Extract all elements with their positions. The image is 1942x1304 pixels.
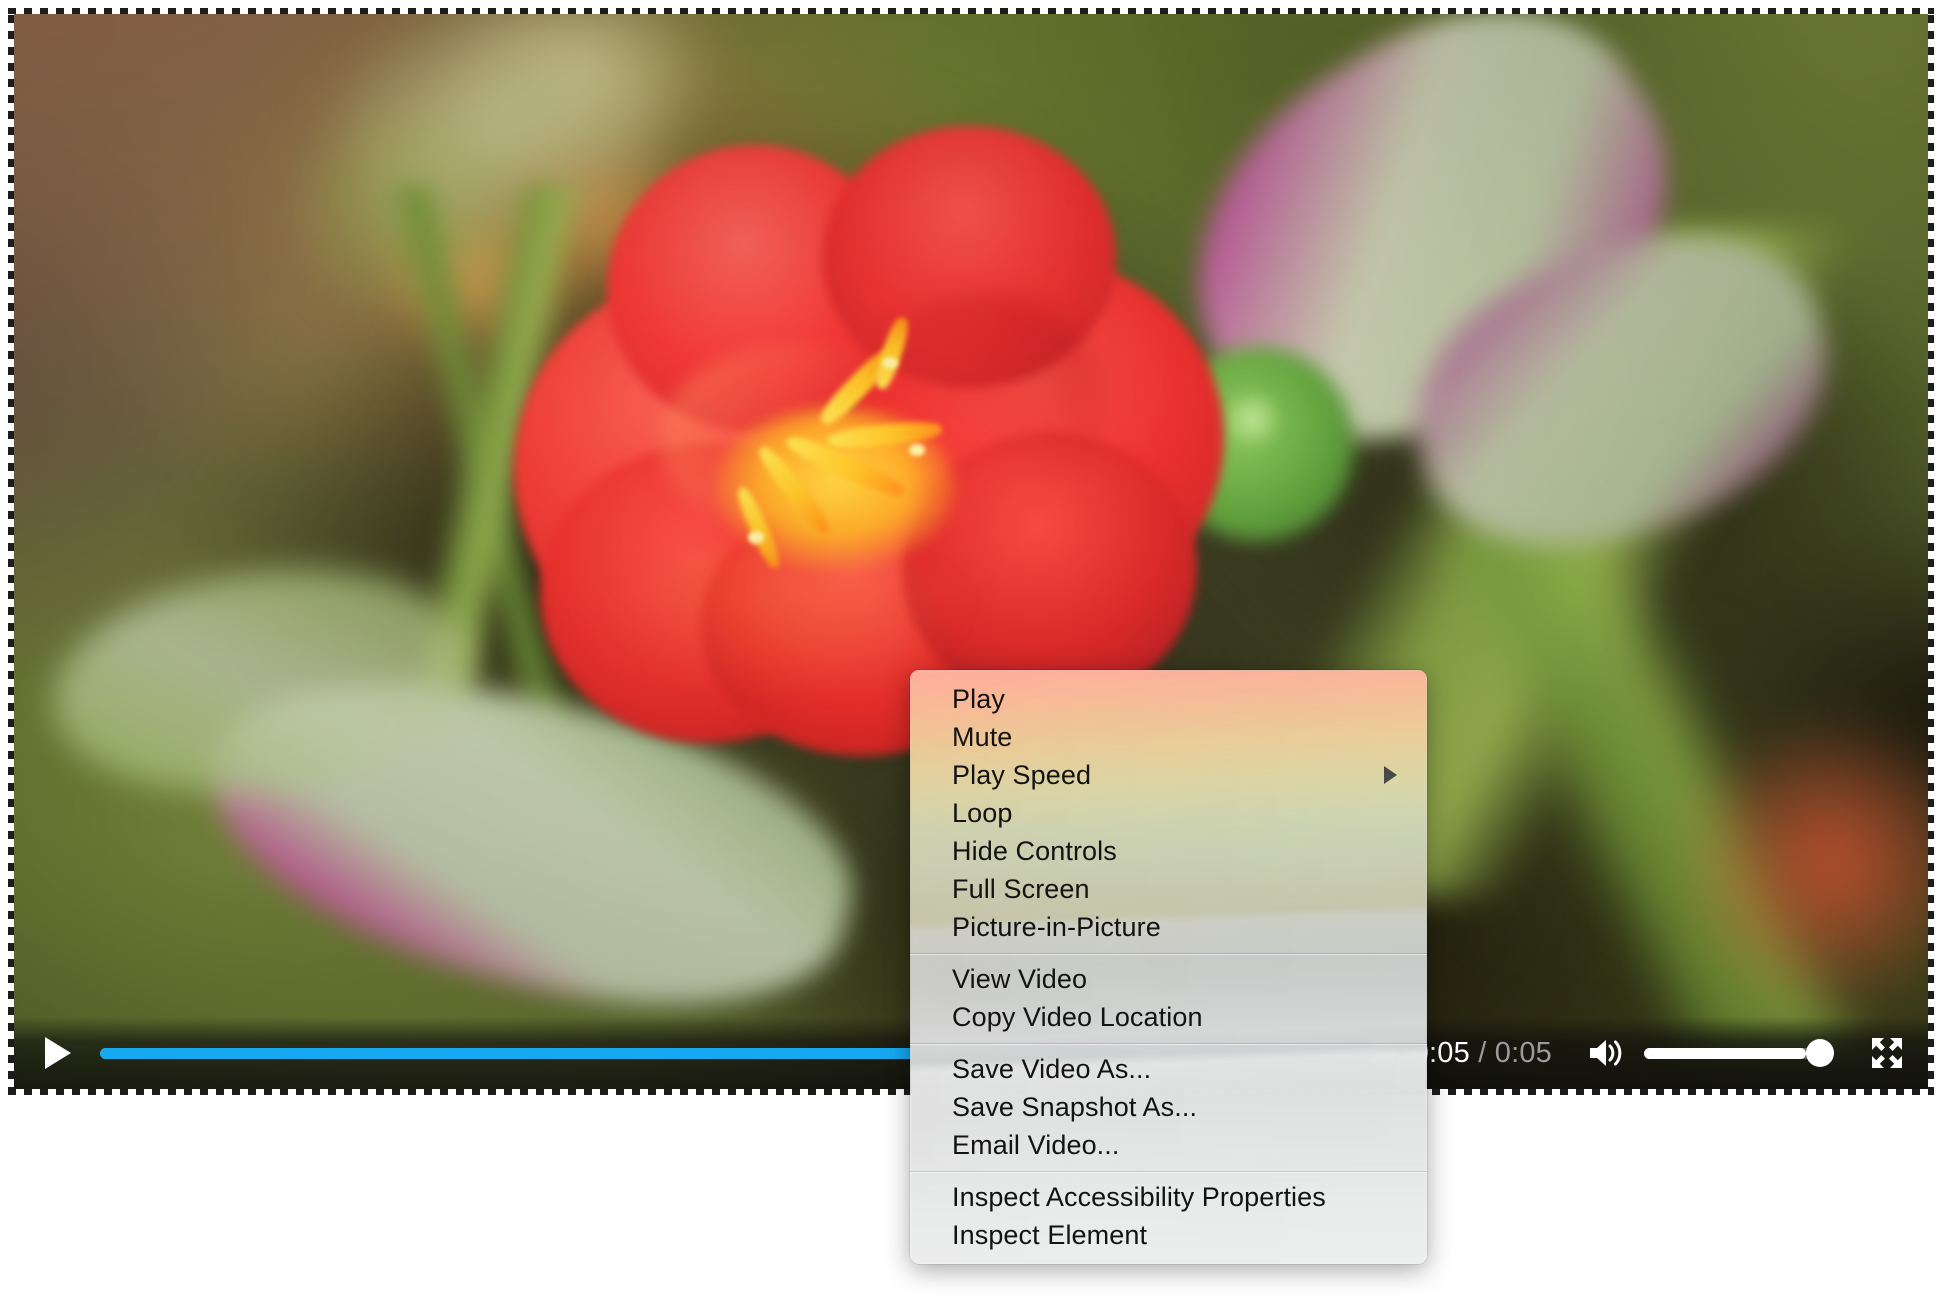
fullscreen-button[interactable] (1864, 1030, 1910, 1076)
mute-button[interactable] (1586, 1036, 1628, 1070)
menu-item-label: Inspect Element (952, 1222, 1413, 1249)
menu-group: Inspect Accessibility Properties Inspect … (910, 1178, 1427, 1264)
volume-knob[interactable] (1806, 1039, 1834, 1067)
menu-item[interactable]: Copy Video Location (910, 998, 1427, 1036)
menu-item-label: Play Speed (952, 762, 1384, 789)
red-flower-subject (540, 132, 1210, 756)
anther-one (882, 357, 898, 369)
speaker-waves-icon (1586, 1036, 1628, 1070)
menu-item[interactable]: Mute (910, 718, 1427, 756)
menu-separator (910, 1171, 1427, 1172)
menu-item[interactable]: Inspect Element (910, 1216, 1427, 1254)
play-icon (45, 1037, 71, 1069)
leaf-highlight (1220, 390, 1285, 448)
menu-item-label: Hide Controls (952, 838, 1413, 865)
menu-item-label: Picture-in-Picture (952, 914, 1413, 941)
menu-item[interactable]: Loop (910, 794, 1427, 832)
time-display: 0:05 / 0:05 (1413, 1037, 1552, 1070)
menu-item-label: Copy Video Location (952, 1004, 1413, 1031)
menu-group: Play Mute Play Speed Loop Hide Controls Full … (910, 670, 1427, 946)
play-button[interactable] (32, 1030, 78, 1076)
menu-separator (910, 953, 1427, 954)
menu-item-label: Save Video As... (952, 1056, 1413, 1083)
menu-item-label: Save Snapshot As... (952, 1094, 1413, 1121)
menu-item[interactable]: Hide Controls (910, 832, 1427, 870)
menu-separator (910, 1043, 1427, 1044)
volume-fill (1644, 1048, 1806, 1059)
time-separator: / (1470, 1037, 1495, 1069)
anther-three (748, 531, 764, 543)
menu-item[interactable]: Save Video As... (910, 1050, 1427, 1088)
menu-item[interactable]: Play (910, 680, 1427, 718)
menu-item-label: Email Video... (952, 1132, 1413, 1159)
menu-item[interactable]: Inspect Accessibility Properties (910, 1178, 1427, 1216)
duration-time: 0:05 (1495, 1037, 1552, 1069)
menu-item[interactable]: Picture-in-Picture (910, 908, 1427, 946)
menu-item[interactable]: Save Snapshot As... (910, 1088, 1427, 1126)
menu-item[interactable]: Email Video... (910, 1126, 1427, 1164)
menu-item-label: Mute (952, 724, 1413, 751)
page-root: 0:05 / 0:05 (0, 0, 1942, 1304)
menu-item-label: Inspect Accessibility Properties (952, 1184, 1413, 1211)
menu-item[interactable]: Play Speed (910, 756, 1427, 794)
submenu-arrow-icon (1384, 766, 1397, 784)
menu-item-label: Full Screen (952, 876, 1413, 903)
menu-item-list: Play Mute Play Speed Loop Hide Controls Full … (910, 670, 1427, 1264)
menu-item-label: Play (952, 686, 1413, 713)
volume-slider[interactable] (1644, 1030, 1834, 1076)
menu-item-label: View Video (952, 966, 1413, 993)
menu-group: Save Video As... Save Snapshot As... Email… (910, 1050, 1427, 1164)
menu-item[interactable]: View Video (910, 960, 1427, 998)
menu-group: View Video Copy Video Location (910, 960, 1427, 1036)
video-context-menu[interactable]: Play Mute Play Speed Loop Hide Controls Full … (910, 670, 1427, 1264)
fullscreen-expand-icon (1864, 1030, 1910, 1076)
menu-item[interactable]: Full Screen (910, 870, 1427, 908)
menu-item-label: Loop (952, 800, 1413, 827)
